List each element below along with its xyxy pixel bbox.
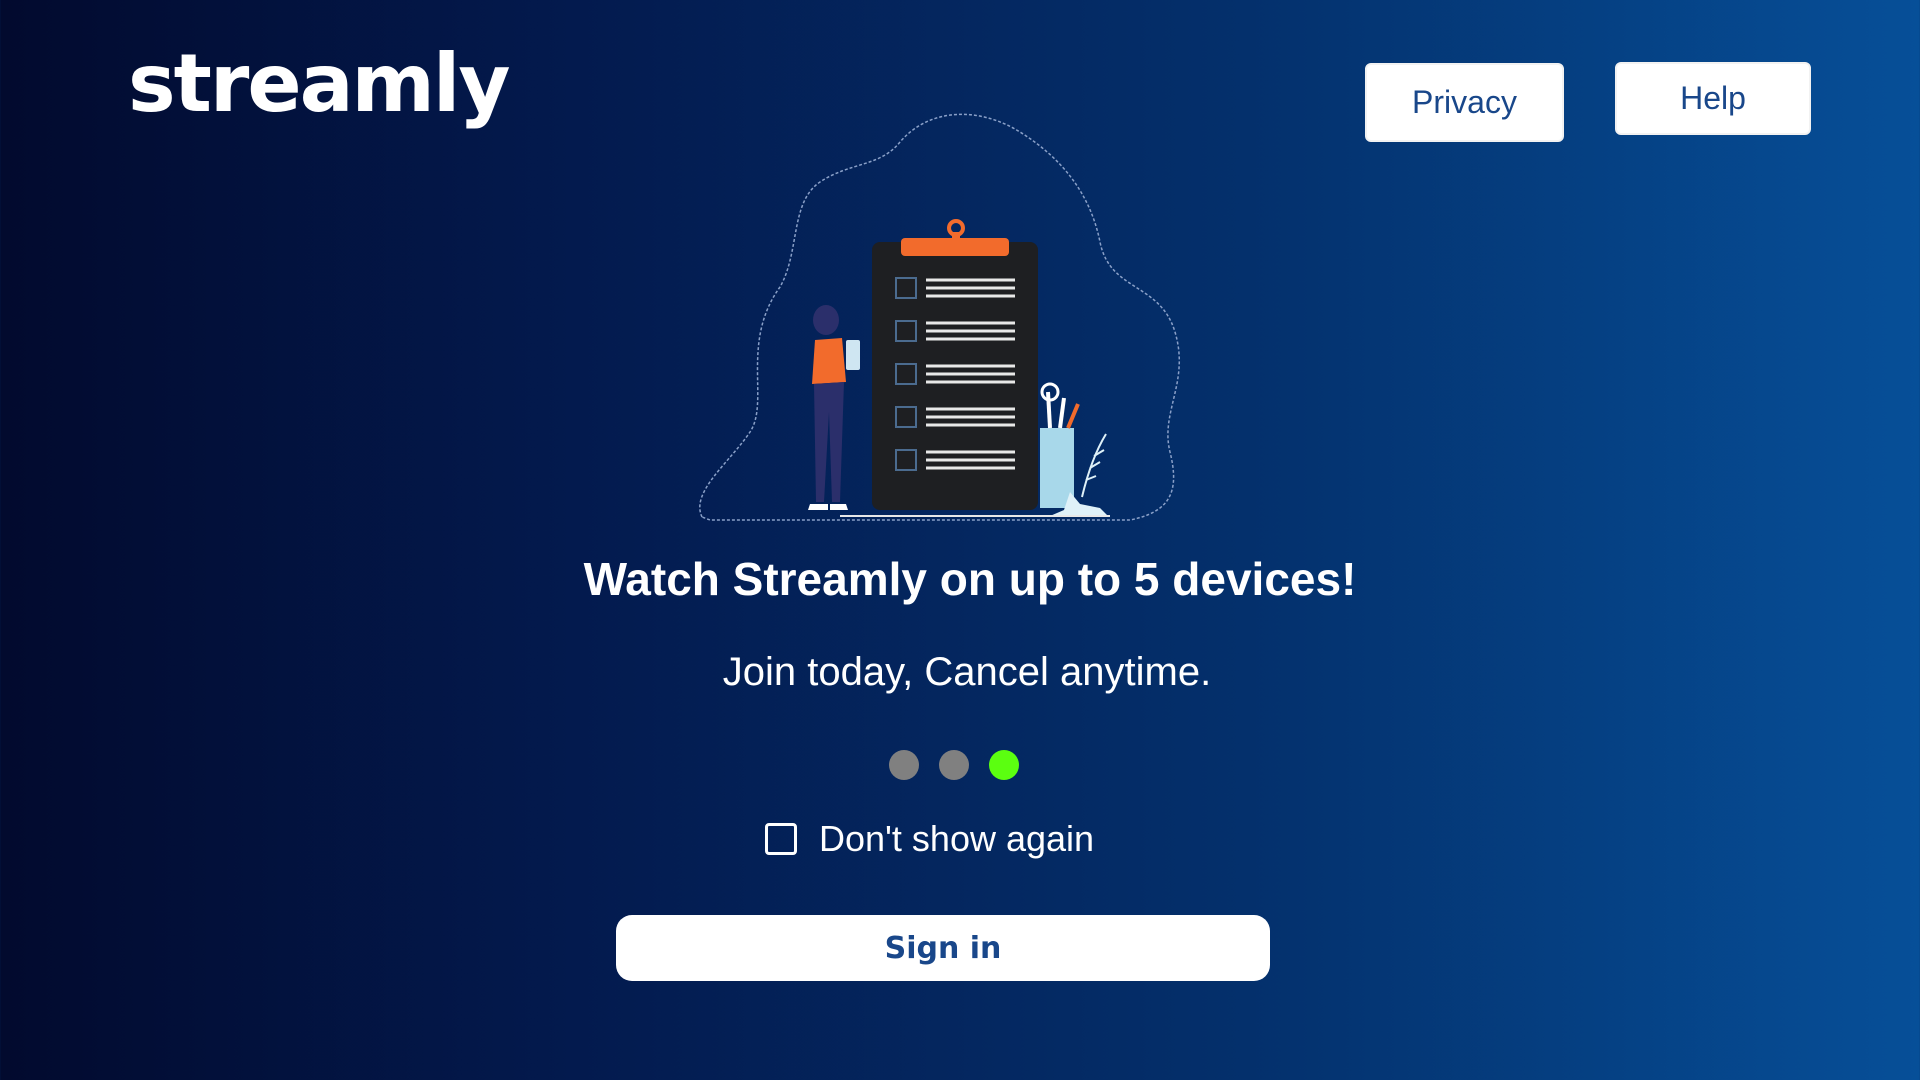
clipboard-illustration: [699, 113, 1180, 521]
sign-in-button[interactable]: Sign in: [616, 915, 1270, 981]
pagination-dot-1[interactable]: [889, 750, 919, 780]
help-button[interactable]: Help: [1615, 62, 1811, 135]
plant: [1081, 433, 1107, 498]
page-title: Watch Streamly on up to 5 devices!: [583, 553, 1357, 605]
dont-show-again-toggle[interactable]: Don't show again: [765, 818, 1094, 860]
woman-figure: [808, 305, 860, 510]
privacy-button[interactable]: Privacy: [1365, 63, 1564, 142]
pagination-dot-3[interactable]: [989, 750, 1019, 780]
streamly-logo: streamly: [128, 37, 510, 130]
dont-show-again-checkbox[interactable]: [765, 823, 797, 855]
pagination-dots: [889, 750, 1019, 780]
pencil-cup: [1040, 382, 1080, 508]
pagination-dot-2[interactable]: [939, 750, 969, 780]
dont-show-again-label: Don't show again: [819, 818, 1095, 859]
page-subtitle: Join today, Cancel anytime.: [722, 650, 1212, 694]
